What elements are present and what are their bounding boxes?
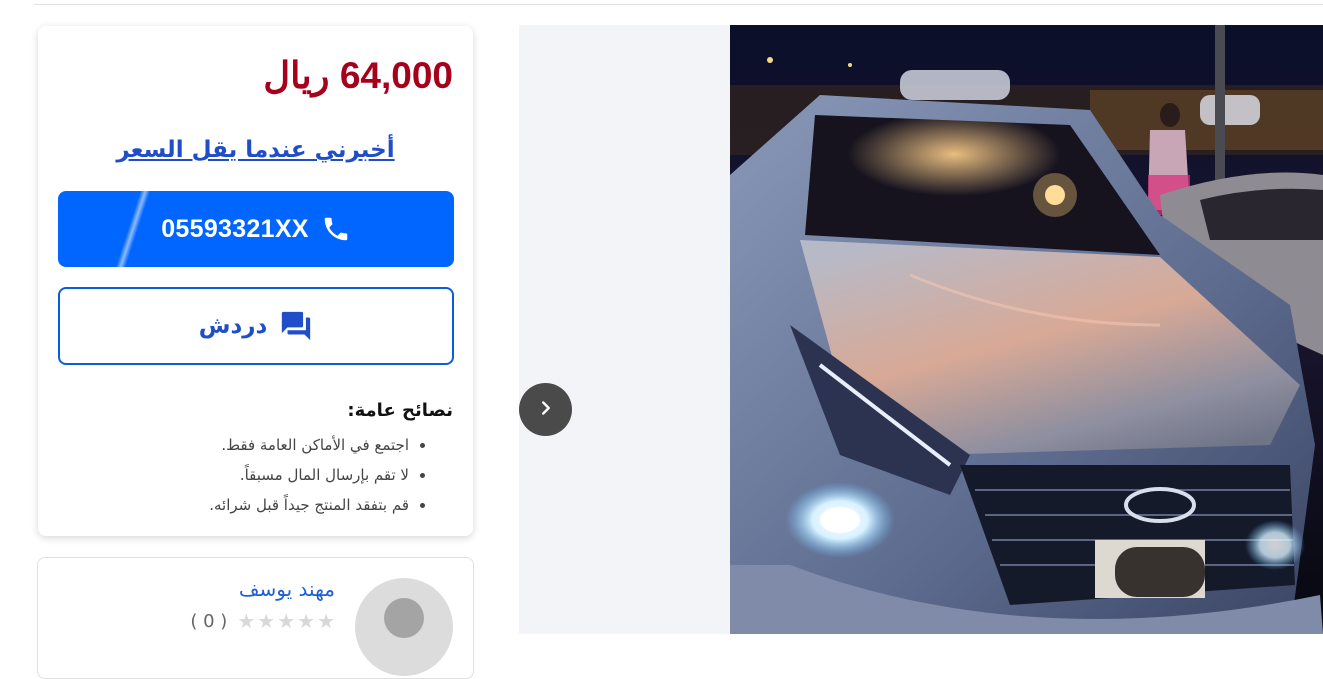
safety-tips-list: اجتمع في الأماكن العامة فقط. لا تقم بإرس… [209, 430, 435, 520]
rating-stars: ★ ★ ★ ★ ★ [237, 610, 335, 632]
star-icon: ★ [277, 609, 296, 633]
car-photo[interactable] [730, 25, 1323, 634]
seller-phone-number: 05593321XX [161, 214, 309, 243]
star-icon: ★ [257, 609, 276, 633]
safety-tip: لا تقم بإرسال المال مسبقاً. [209, 460, 409, 490]
safety-tip: اجتمع في الأماكن العامة فقط. [209, 430, 409, 460]
seller-card: مهند يوسف ( 0 ) ★ ★ ★ ★ ★ [37, 557, 474, 679]
chat-bubbles-icon [279, 309, 313, 343]
top-divider [34, 4, 1323, 5]
gallery-next-button[interactable] [519, 383, 572, 436]
chat-button-label: دردش [198, 313, 268, 339]
star-icon: ★ [237, 609, 256, 633]
star-icon: ★ [297, 609, 316, 633]
chat-button[interactable]: دردش [58, 287, 454, 365]
avatar-head [384, 598, 424, 638]
button-shine [112, 191, 154, 267]
seller-name-link[interactable]: مهند يوسف [239, 576, 335, 602]
chevron-right-icon [535, 397, 557, 423]
phone-icon [321, 214, 351, 244]
listing-price: 64,000 ريال [263, 55, 453, 96]
price-drop-alert-link[interactable]: أخبرني عندما يقل السعر [38, 134, 473, 166]
user-avatar-icon[interactable] [355, 578, 453, 676]
seller-rating: ( 0 ) ★ ★ ★ ★ ★ [190, 610, 335, 632]
safety-tip: قم بتفقد المنتج جيداً قبل شرائه. [209, 490, 409, 520]
rating-count: ( 0 ) [190, 610, 228, 632]
safety-tips-title: نصائح عامة: [347, 400, 453, 421]
image-gallery [519, 25, 1323, 634]
star-icon: ★ [317, 609, 335, 633]
call-seller-button[interactable]: 05593321XX [58, 191, 454, 267]
price-card: 64,000 ريال أخبرني عندما يقل السعر 05593… [38, 26, 473, 536]
